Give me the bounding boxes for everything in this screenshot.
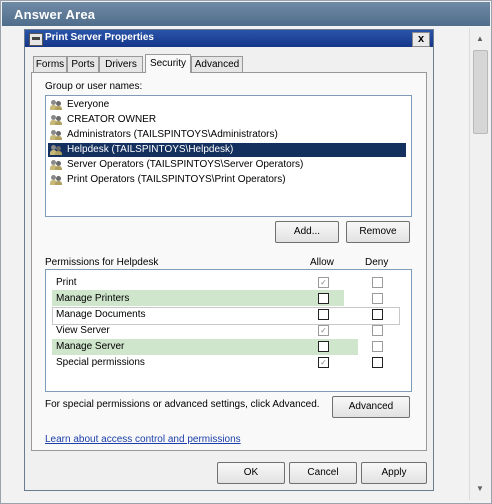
- users-icon: [50, 115, 62, 125]
- list-item-label: Administrators (TAILSPINTOYS\Administrat…: [67, 129, 278, 140]
- list-item-label: Everyone: [67, 99, 110, 110]
- dialog-titlebar: Print Server Properties x: [25, 30, 433, 47]
- tab-forms[interactable]: Forms: [33, 56, 67, 72]
- deny-view-server-checkbox[interactable]: [372, 325, 383, 336]
- permission-view-server: View Server: [56, 325, 110, 336]
- printer-icon: [29, 33, 43, 46]
- scroll-up-arrow-icon[interactable]: ▲: [470, 30, 490, 48]
- list-item-everyone[interactable]: Everyone: [48, 98, 406, 112]
- cancel-button[interactable]: Cancel: [289, 462, 357, 484]
- tab-security[interactable]: Security: [145, 54, 191, 73]
- vertical-scrollbar[interactable]: ▲ ▼: [469, 28, 490, 500]
- list-item-administrators[interactable]: Administrators (TAILSPINTOYS\Administrat…: [48, 128, 406, 142]
- permission-special: Special permissions: [56, 357, 145, 368]
- users-icon: [50, 145, 62, 155]
- answer-area-frame: Answer Area ▲ ▼ Print Server Properties …: [0, 0, 492, 504]
- allow-manage-documents-checkbox[interactable]: [318, 309, 329, 320]
- allow-manage-server-checkbox[interactable]: [318, 341, 329, 352]
- remove-button[interactable]: Remove: [346, 221, 410, 243]
- deny-special-permissions-checkbox[interactable]: [372, 357, 383, 368]
- permissions-list: Print Manage Printers Manage Documents V…: [45, 269, 412, 392]
- scroll-down-arrow-icon[interactable]: ▼: [470, 480, 490, 498]
- apply-button[interactable]: Apply: [361, 462, 427, 484]
- allow-print-checkbox[interactable]: ✓: [318, 277, 329, 288]
- deny-manage-documents-checkbox[interactable]: [372, 309, 383, 320]
- user-list[interactable]: Everyone CREATOR OWNER Administrators (T…: [45, 95, 412, 217]
- ok-button[interactable]: OK: [217, 462, 285, 484]
- list-item-print-operators[interactable]: Print Operators (TAILSPINTOYS\Print Oper…: [48, 173, 406, 187]
- allow-view-server-checkbox[interactable]: ✓: [318, 325, 329, 336]
- list-item-server-operators[interactable]: Server Operators (TAILSPINTOYS\Server Op…: [48, 158, 406, 172]
- permission-manage-server: Manage Server: [56, 341, 125, 352]
- allow-special-permissions-checkbox[interactable]: ✓: [318, 357, 329, 368]
- list-item-creator-owner[interactable]: CREATOR OWNER: [48, 113, 406, 127]
- list-item-helpdesk[interactable]: Helpdesk (TAILSPINTOYS\Helpdesk): [48, 143, 406, 157]
- users-icon: [50, 130, 62, 140]
- answer-area-header: Answer Area: [2, 2, 490, 26]
- permission-manage-printers: Manage Printers: [56, 293, 130, 304]
- users-icon: [50, 175, 62, 185]
- list-item-label: Print Operators (TAILSPINTOYS\Print Oper…: [67, 174, 286, 185]
- answer-area-title: Answer Area: [14, 7, 96, 22]
- list-item-label: Server Operators (TAILSPINTOYS\Server Op…: [67, 159, 304, 170]
- list-item-label: Helpdesk (TAILSPINTOYS\Helpdesk): [67, 144, 234, 155]
- permission-print: Print: [56, 277, 77, 288]
- permission-manage-documents: Manage Documents: [56, 309, 146, 320]
- scroll-thumb[interactable]: [473, 50, 488, 134]
- add-button[interactable]: Add...: [275, 221, 339, 243]
- allow-column-header: Allow: [310, 257, 334, 268]
- close-button[interactable]: x: [412, 32, 430, 47]
- print-server-properties-dialog: Print Server Properties x Forms Ports Dr…: [24, 29, 434, 491]
- deny-print-checkbox[interactable]: [372, 277, 383, 288]
- deny-manage-server-checkbox[interactable]: [372, 341, 383, 352]
- deny-column-header: Deny: [365, 257, 389, 268]
- tab-advanced[interactable]: Advanced: [191, 56, 243, 72]
- learn-access-control-link[interactable]: Learn about access control and permissio…: [45, 434, 241, 445]
- tab-drivers[interactable]: Drivers: [99, 56, 143, 72]
- list-item-label: CREATOR OWNER: [67, 114, 157, 125]
- users-icon: [50, 160, 62, 170]
- allow-manage-printers-checkbox[interactable]: [318, 293, 329, 304]
- special-permissions-hint: For special permissions or advanced sett…: [45, 399, 320, 410]
- advanced-button[interactable]: Advanced: [332, 396, 410, 418]
- users-icon: [50, 100, 62, 110]
- tab-ports[interactable]: Ports: [67, 56, 99, 72]
- permissions-label: Permissions for Helpdesk: [45, 257, 159, 268]
- group-names-label: Group or user names:: [45, 81, 143, 92]
- dialog-title: Print Server Properties: [45, 32, 154, 43]
- deny-manage-printers-checkbox[interactable]: [372, 293, 383, 304]
